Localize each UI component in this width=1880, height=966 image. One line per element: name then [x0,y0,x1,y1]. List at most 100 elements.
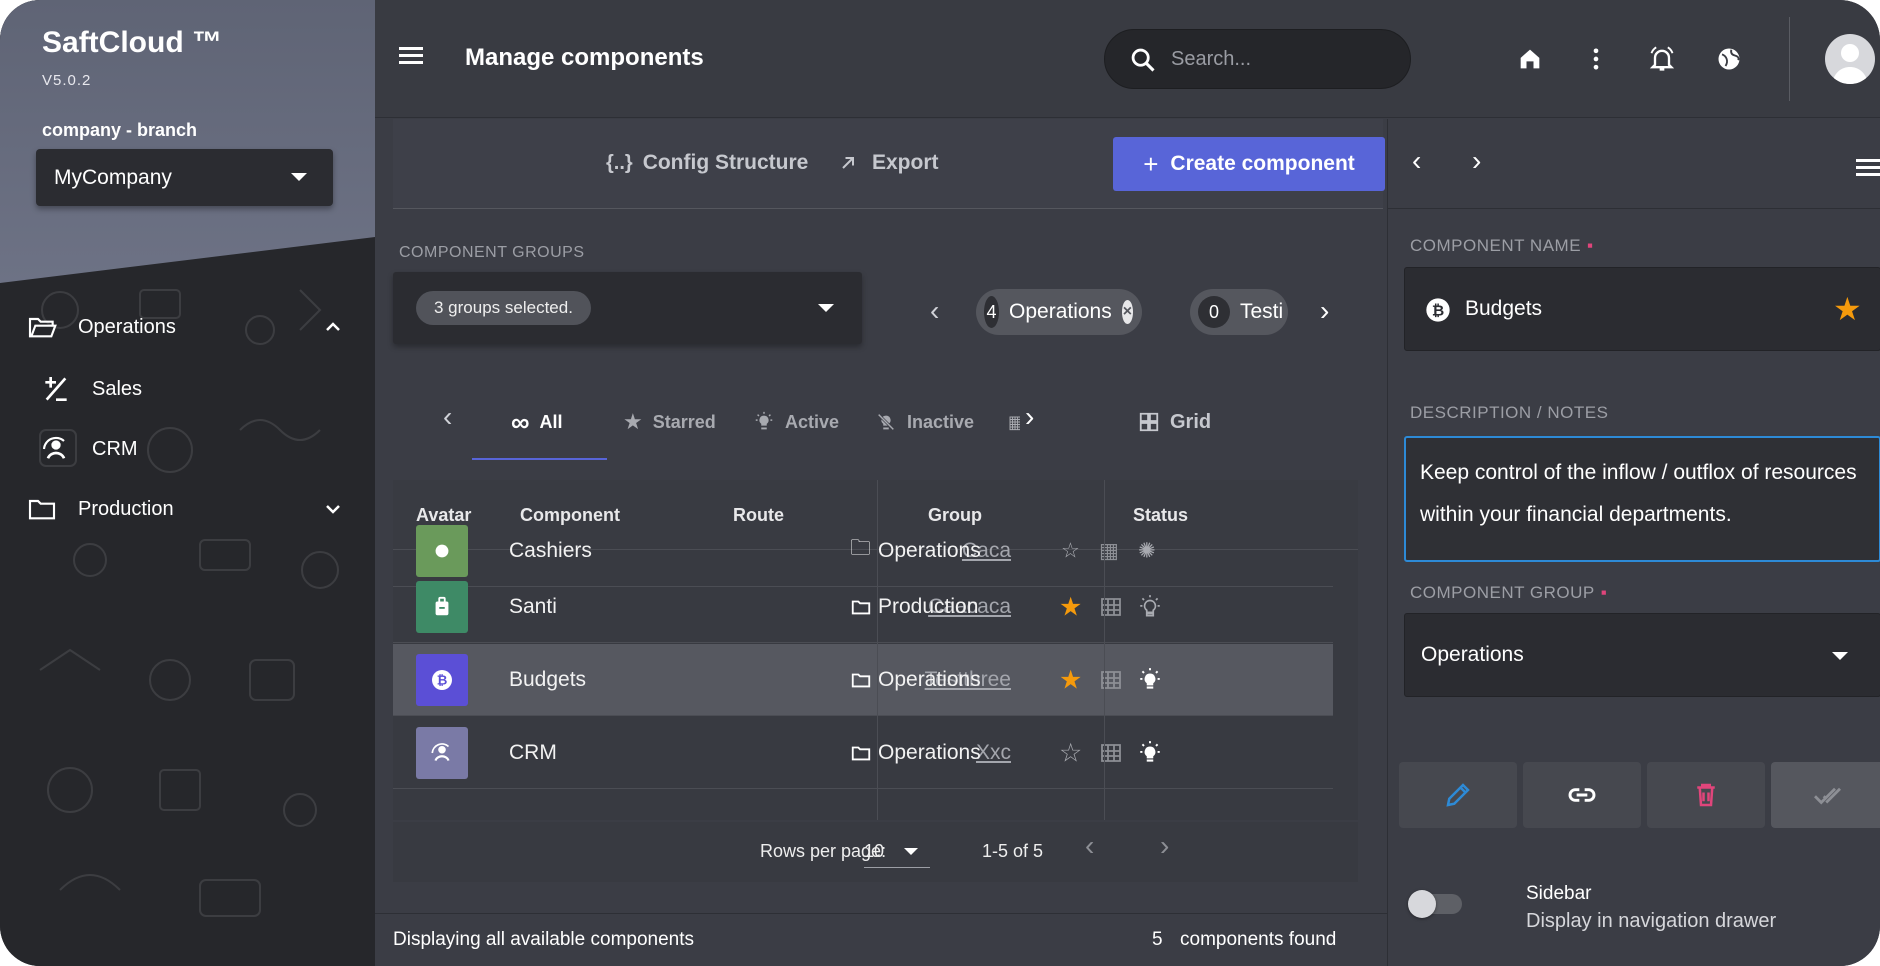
component-groups-select[interactable]: 3 groups selected. [393,272,862,344]
table-grid-icon[interactable] [1099,741,1123,765]
chevron-up-icon [326,322,340,331]
trash-icon [1697,783,1715,807]
tab-label: Inactive [907,411,975,432]
export-button[interactable]: Export [838,136,939,190]
table-row[interactable]: Santi Caacaca Production ★ [393,571,1333,643]
brand-name: SaftCloud ™ [42,26,222,59]
lightbulb-on-icon[interactable] [1137,740,1163,766]
components-count: 5 [1152,929,1163,950]
sidebar-toggle-title: Sidebar [1526,883,1592,904]
lightbulb-on-icon [755,411,773,430]
next-page-button[interactable]: › [1160,830,1169,862]
globe-icon[interactable] [1715,45,1743,73]
code-braces-icon: {..} [606,151,633,174]
branch-label: company - branch [42,120,198,140]
tab-inactive[interactable]: Inactive [875,389,974,455]
delete-button[interactable] [1647,762,1765,828]
footer-status-text: Displaying all available components [393,929,695,950]
folder-open-icon [28,317,57,338]
search-input[interactable]: Search... [1104,29,1411,89]
table-row-selected[interactable]: ₿ Budgets Testthree Operations ★ [393,644,1333,716]
description-textarea[interactable]: Keep control of the inflow / outflox of … [1404,436,1880,562]
table-grid-icon[interactable] [1099,595,1123,619]
component-name: CRM [509,740,557,764]
components-table: Avatar Component Route Group Status Cash… [393,480,1358,820]
config-structure-label: Config Structure [642,151,809,174]
sidebar-item-label: CRM [92,437,138,460]
grid-icon: ▦ [1008,411,1020,432]
sidebar: SaftCloud ™ V5.0.2 company - branch MyCo… [0,0,375,966]
panel-toolbar: ‹ › [1388,119,1880,209]
group-chip-label: Operations [1009,300,1112,323]
company-select[interactable]: MyCompany [36,149,333,206]
folder-icon [851,673,871,687]
menu-icon[interactable] [399,47,423,68]
table-grid-icon[interactable]: ▦ [1099,538,1119,563]
group-chip-testi[interactable]: 0 Testi [1190,289,1288,335]
bitcoin-icon: ₿ [432,670,452,690]
home-icon[interactable] [1516,45,1544,73]
group-chip-operations[interactable]: 4 Operations × [976,289,1142,335]
page-title: Manage components [465,44,704,71]
create-component-label: Create component [1170,152,1355,175]
table-row[interactable]: CRM Xxc Operations ☆ [393,717,1333,789]
chevron-right-icon[interactable]: › [1320,295,1329,327]
rows-per-page-select[interactable]: 10 [864,836,930,868]
account-sync-icon [42,436,66,459]
user-avatar[interactable] [1825,34,1875,84]
lightbulb-on-icon[interactable] [1137,667,1163,693]
table-grid-icon[interactable] [1099,668,1123,692]
star-icon[interactable]: ★ [1059,664,1082,695]
star-outline-icon[interactable]: ☆ [1061,538,1080,563]
star-icon[interactable]: ★ [1833,290,1862,328]
search-icon [1131,48,1155,72]
tab-more[interactable]: ▦ [1008,389,1020,455]
component-group-select[interactable]: Operations [1404,613,1880,697]
menu-icon[interactable] [1856,159,1880,176]
company-value: MyCompany [54,165,172,189]
component-name: Cashiers [509,538,592,562]
folder-icon [851,600,871,614]
tab-active[interactable]: Active [753,389,839,455]
sidebar-item-sales[interactable]: Sales [40,369,142,409]
edit-button[interactable] [1399,762,1517,828]
link-button[interactable] [1523,762,1641,828]
chevron-right-icon[interactable]: › [1472,145,1481,177]
route-link[interactable]: Xxc [976,741,1011,765]
close-icon[interactable]: × [1121,300,1133,324]
chevron-right-icon[interactable]: › [1025,401,1034,433]
bitcoin-icon[interactable]: ₿ [1424,296,1452,324]
column-divider [877,480,878,820]
arrow-top-right-icon [842,157,854,169]
save-button[interactable] [1771,762,1880,828]
previous-page-button[interactable]: ‹ [1085,830,1094,862]
filter-tabs: ‹ ∞ All ★ Starred Active Inactive ▦ › Gr… [393,389,1383,455]
component-name-field[interactable]: ₿ Budgets ★ [1404,267,1880,351]
column-divider [1104,480,1105,820]
star-icon[interactable]: ★ [1059,591,1082,622]
sidebar-item-crm[interactable]: CRM [40,429,138,469]
lightbulb-icon[interactable]: ✺ [1138,538,1156,563]
lightbulb-outline-icon[interactable] [1137,594,1163,620]
tab-starred[interactable]: ★ Starred [623,389,716,455]
more-vertical-icon[interactable] [1582,45,1610,73]
chevron-left-icon[interactable]: ‹ [443,401,452,433]
star-outline-icon[interactable]: ☆ [1059,737,1082,768]
chevron-left-icon[interactable]: ‹ [1412,145,1421,177]
sidebar-toggle-knob[interactable] [1408,890,1436,918]
sidebar-item-operations[interactable]: Operations [26,307,375,347]
config-structure-button[interactable]: {..} Config Structure [606,136,808,190]
tab-all[interactable]: ∞ All [511,389,563,455]
bell-icon[interactable] [1648,45,1676,73]
folder-icon [28,499,56,520]
grid-view-toggle[interactable]: Grid [1138,389,1211,455]
description-value: Keep control of the inflow / outflox of … [1420,461,1857,526]
bag-icon [435,596,449,616]
view-grid-icon [1139,412,1159,432]
create-component-button[interactable]: + Create component [1113,137,1385,191]
component-name: Budgets [509,667,587,691]
sidebar-toggle-subtitle: Display in navigation drawer [1526,910,1777,932]
pencil-icon [1446,783,1470,807]
sidebar-item-production[interactable]: Production [26,489,375,529]
chevron-left-icon[interactable]: ‹ [930,295,939,327]
